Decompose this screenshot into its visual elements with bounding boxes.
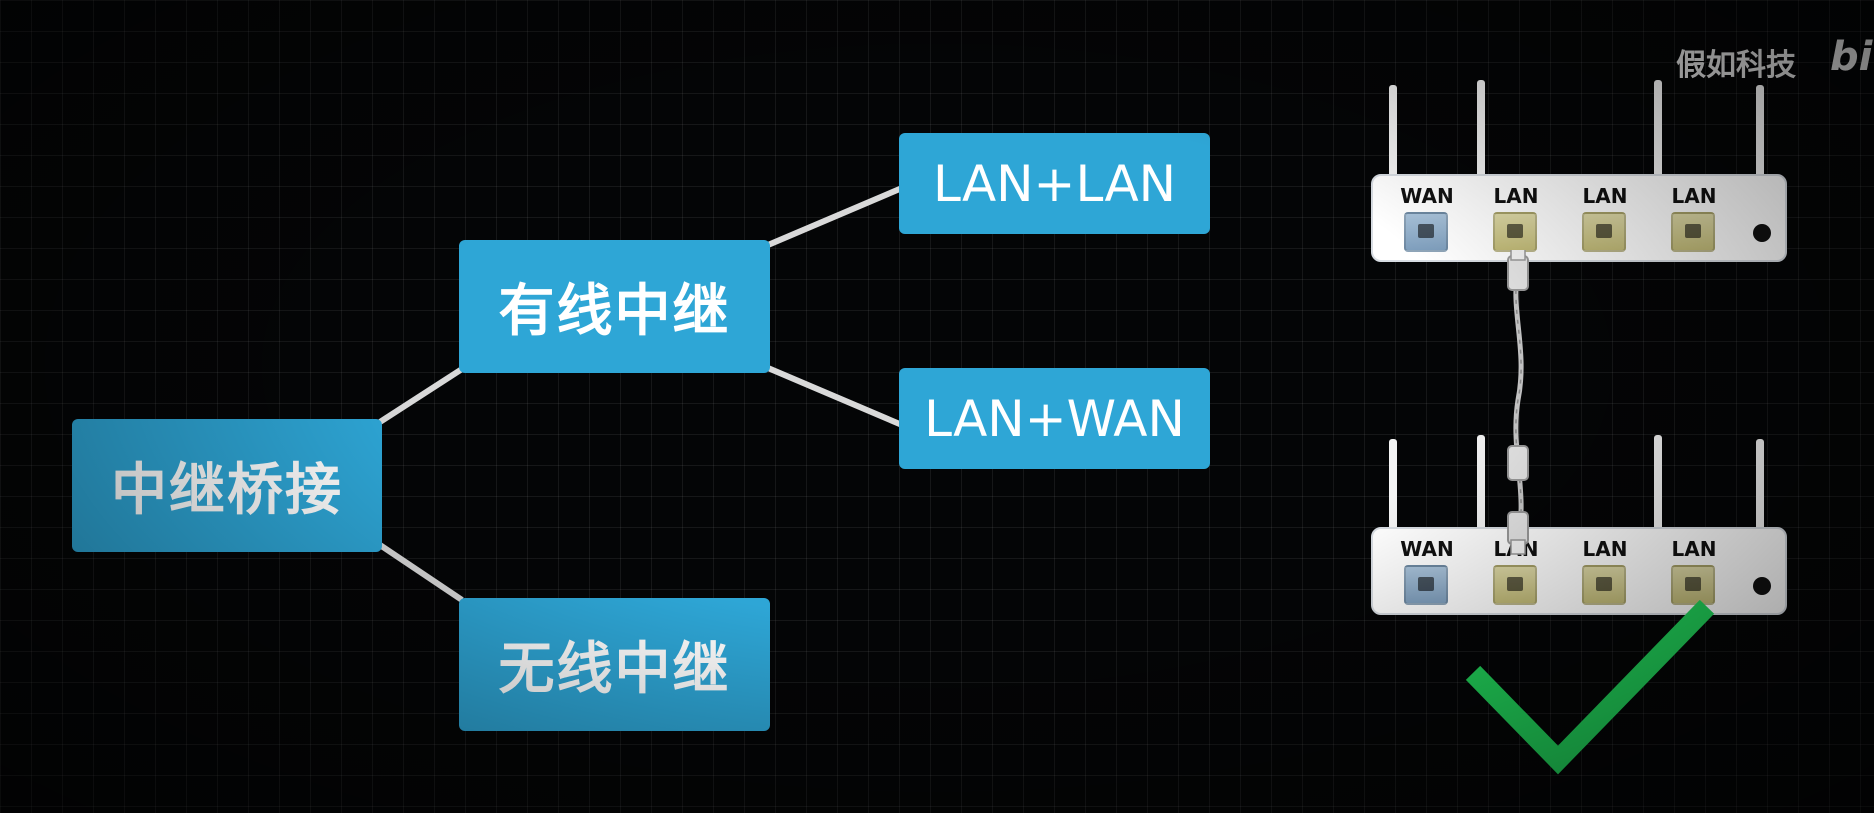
node-relay-bridge: 中继桥接 xyxy=(72,419,382,552)
lan-port xyxy=(1671,212,1715,252)
port-label-wan: WAN xyxy=(1400,537,1454,561)
antenna xyxy=(1389,439,1397,539)
lan-port xyxy=(1493,212,1537,252)
antenna xyxy=(1477,80,1485,185)
lan-port xyxy=(1671,565,1715,605)
node-wired-relay: 有线中继 xyxy=(459,240,770,373)
ethernet-cable-icon xyxy=(1507,250,1529,555)
node-lan-lan-label: LAN+LAN xyxy=(932,154,1177,213)
port-label-lan: LAN xyxy=(1493,184,1539,208)
node-wired-relay-label: 有线中继 xyxy=(498,279,731,344)
node-lan-lan: LAN+LAN xyxy=(899,133,1210,234)
lan-port xyxy=(1582,565,1626,605)
router-bottom: WAN LAN LAN LAN xyxy=(1368,435,1790,615)
router-top: WAN LAN LAN LAN xyxy=(1368,80,1790,262)
lan-port xyxy=(1582,212,1626,252)
router-body: WAN LAN LAN LAN xyxy=(1371,174,1787,262)
wan-port xyxy=(1404,212,1448,252)
connector-wired-lanwan xyxy=(766,365,904,428)
node-wireless-relay: 无线中继 xyxy=(459,598,770,731)
antenna xyxy=(1756,85,1764,185)
antenna xyxy=(1756,439,1764,539)
wan-port xyxy=(1404,565,1448,605)
port-label-lan: LAN xyxy=(1671,537,1717,561)
node-relay-bridge-label: 中继桥接 xyxy=(111,458,343,523)
power-indicator xyxy=(1753,224,1771,242)
power-indicator xyxy=(1753,577,1771,595)
antenna xyxy=(1477,435,1485,539)
port-label-wan: WAN xyxy=(1400,184,1454,208)
port-label-lan: LAN xyxy=(1671,184,1717,208)
antenna xyxy=(1654,80,1662,185)
watermark-logo: bi xyxy=(1830,34,1873,80)
connector-wired-lanlan xyxy=(766,185,904,248)
node-lan-wan: LAN+WAN xyxy=(899,368,1210,469)
watermark-text: 假如科技 xyxy=(1676,48,1796,83)
antenna xyxy=(1654,435,1662,539)
node-lan-wan-label: LAN+WAN xyxy=(924,389,1185,448)
port-label-lan: LAN xyxy=(1582,184,1628,208)
antenna xyxy=(1389,85,1397,185)
connector-root-wired xyxy=(378,366,464,425)
port-label-lan: LAN xyxy=(1582,537,1628,561)
lan-port xyxy=(1493,565,1537,605)
checkmark-icon xyxy=(1465,600,1715,775)
node-wireless-relay-label: 无线中继 xyxy=(498,637,731,702)
connector-root-wireless xyxy=(378,542,464,603)
